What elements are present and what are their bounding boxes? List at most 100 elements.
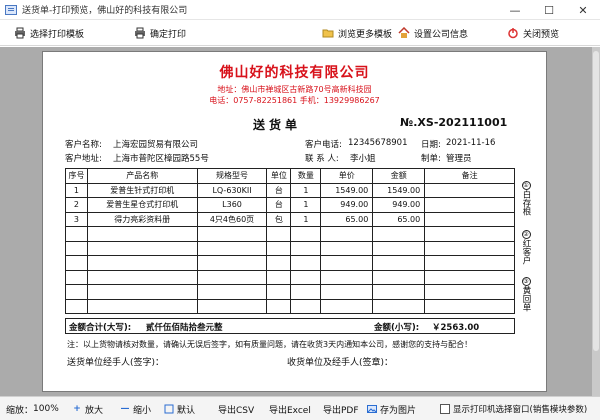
document-number: №.XS-202111001 <box>400 116 508 129</box>
confirm-print-button[interactable]: 确定打印 <box>134 25 186 41</box>
table-row: 2 爱普生星仓式打印机 L360 台 1 949.00 949.00 <box>65 197 515 213</box>
copy-label-yellow: ③ 黄回单 <box>521 277 531 312</box>
cell-price: 949.00 <box>320 197 374 213</box>
empty-row <box>65 269 515 285</box>
cell-product: 得力亮彩资料册 <box>86 211 198 227</box>
minimize-button[interactable]: — <box>498 0 532 20</box>
show-printer-select-checkbox[interactable]: 显示打印机选择窗口(销售模块参数) <box>440 403 587 415</box>
col-header: 单位 <box>266 168 292 184</box>
sender-signature: 送货单位经手人(签字)： <box>67 358 165 368</box>
cell-spec: 4只4色60页 <box>196 211 268 227</box>
table-row: 3 得力亮彩资料册 4只4色60页 包 1 65.00 65.00 <box>65 211 515 227</box>
printer-icon <box>14 27 26 39</box>
cell-remark <box>424 211 515 227</box>
toolbar: 选择打印模板 确定打印 浏览更多模板 设置公司信息 关闭预览 <box>0 20 600 46</box>
zoom-out-button[interactable]: — 缩小 <box>120 403 152 416</box>
total-row: 金额合计(大写): 贰仟伍佰陆拾叁元整 金额(小写): ￥2563.00 <box>65 318 515 334</box>
plus-icon: + <box>73 404 81 414</box>
cell-qty: 1 <box>290 197 322 213</box>
cell-unit: 台 <box>266 197 292 213</box>
cell-price: 1549.00 <box>320 182 374 198</box>
copy-label-red: ② 红客户 <box>521 230 531 265</box>
folder-icon <box>322 27 334 39</box>
cell-amount: 65.00 <box>372 211 426 227</box>
printer-icon <box>134 27 146 39</box>
empty-row <box>65 284 515 300</box>
app-icon <box>5 4 17 15</box>
total-lower-label: 金额(小写): <box>374 323 420 333</box>
total-upper-label: 金额合计(大写): <box>69 323 132 333</box>
house-icon <box>398 27 410 39</box>
cell-seq: 2 <box>65 197 88 213</box>
close-preview-button[interactable]: 关闭预览 <box>507 25 559 41</box>
save-image-button[interactable]: 存为图片 <box>367 403 416 416</box>
col-header: 序号 <box>65 168 88 184</box>
contact-value: 李小姐 <box>350 154 376 164</box>
total-upper-value: 贰仟伍佰陆拾叁元整 <box>146 323 223 333</box>
cell-remark <box>424 197 515 213</box>
col-header: 数量 <box>290 168 322 184</box>
select-template-button[interactable]: 选择打印模板 <box>14 25 84 41</box>
total-lower-value: ￥2563.00 <box>432 323 480 333</box>
company-info-button[interactable]: 设置公司信息 <box>398 25 468 41</box>
export-pdf-button[interactable]: 导出PDF <box>323 403 359 416</box>
company-phone: 电话：0757-82251861 手机：13929986267 <box>209 96 380 105</box>
date-label: 日期: <box>421 140 441 150</box>
window-title: 送货单-打印预览，佛山好的科技有限公司 <box>22 6 188 16</box>
company-address: 地址：佛山市禅城区古新路70号高新科技园 <box>217 85 372 94</box>
empty-row <box>65 240 515 256</box>
image-icon <box>367 404 377 414</box>
col-header: 产品名称 <box>86 168 198 184</box>
select-template-label: 选择打印模板 <box>30 29 85 40</box>
customer-phone: 12345678901 <box>348 138 408 148</box>
col-header: 金额 <box>372 168 426 184</box>
document-title: 送货单 <box>253 118 302 132</box>
close-button[interactable]: ✕ <box>566 0 600 20</box>
delivery-note-page: 佛山好的科技有限公司 地址：佛山市禅城区古新路70号高新科技园 电话：0757-… <box>42 51 547 392</box>
cell-qty: 1 <box>290 182 322 198</box>
contact-label: 联 系 人: <box>305 154 339 164</box>
maker-label: 制单: <box>421 154 441 164</box>
customer-name-label: 客户名称: <box>65 140 102 150</box>
checkbox[interactable] <box>440 404 450 414</box>
note-text: 注：以上货物请核对数量，请确认无误后签字，如有质量问题，请在收货3天内通知本公司… <box>67 340 473 349</box>
cell-seq: 3 <box>65 211 88 227</box>
empty-row <box>65 255 515 271</box>
cell-product: 爱普生针式打印机 <box>86 182 198 198</box>
cell-product: 爱普生星仓式打印机 <box>86 197 198 213</box>
confirm-print-label: 确定打印 <box>150 29 187 40</box>
receiver-signature: 收货单位及经手人(签章)： <box>287 358 394 368</box>
customer-phone-label: 客户电话: <box>305 140 342 150</box>
print-preview-area[interactable]: 佛山好的科技有限公司 地址：佛山市禅城区古新路70号高新科技园 电话：0757-… <box>0 47 600 396</box>
export-csv-button[interactable]: 导出CSV <box>218 403 254 416</box>
copy-label-white: ① 白存根 <box>521 181 531 216</box>
col-header: 备注 <box>424 168 515 184</box>
cell-spec: LQ-630KII <box>196 182 268 198</box>
table-header-row: 序号 产品名称 规格型号 单位 数量 单价 金额 备注 <box>65 168 515 184</box>
cell-spec: L360 <box>196 197 268 213</box>
col-header: 规格型号 <box>196 168 268 184</box>
cell-amount: 1549.00 <box>372 182 426 198</box>
col-header: 单价 <box>320 168 374 184</box>
zoom-in-button[interactable]: + 放大 <box>72 403 103 416</box>
minus-icon: — <box>120 404 130 414</box>
vertical-scrollbar[interactable] <box>592 47 600 396</box>
cell-remark <box>424 182 515 198</box>
cell-price: 65.00 <box>320 211 374 227</box>
default-zoom-button[interactable]: 默认 <box>164 403 195 416</box>
customer-name: 上海宏园贸易有限公司 <box>113 140 199 150</box>
close-preview-label: 关闭预览 <box>523 29 560 40</box>
cell-seq: 1 <box>65 182 88 198</box>
browse-templates-button[interactable]: 浏览更多模板 <box>322 25 392 41</box>
maker-value: 管理员 <box>446 154 472 164</box>
empty-row <box>65 226 515 242</box>
maximize-button[interactable]: ☐ <box>532 0 566 20</box>
title-bar: 送货单-打印预览，佛山好的科技有限公司 — ☐ ✕ <box>0 0 600 20</box>
export-excel-button[interactable]: 导出Excel <box>269 403 311 416</box>
fit-page-icon <box>164 404 174 414</box>
cell-unit: 包 <box>266 211 292 227</box>
browse-templates-label: 浏览更多模板 <box>338 29 393 40</box>
company-info-label: 设置公司信息 <box>414 29 469 40</box>
zoom-readout: 缩放： 100% <box>6 404 59 416</box>
cell-amount: 949.00 <box>372 197 426 213</box>
